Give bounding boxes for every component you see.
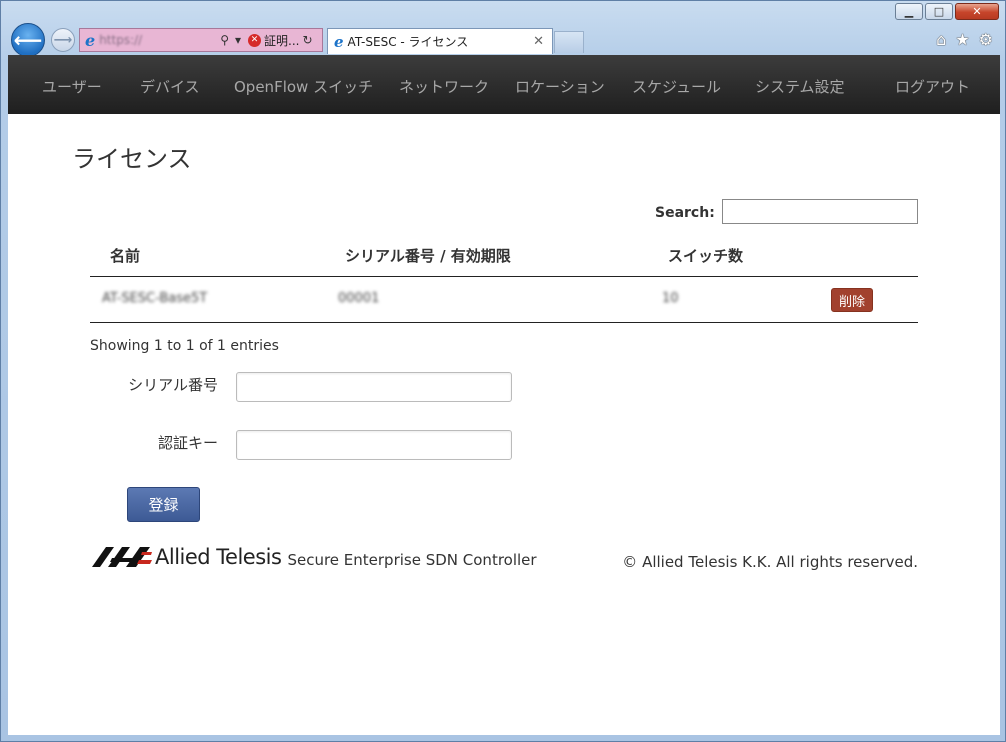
nav-schedules[interactable]: スケジュール <box>632 76 721 97</box>
license-table: 名前 シリアル番号 / 有効期限 スイッチ数 AT-SESC-Base5T 00… <box>90 232 918 323</box>
copyright: © Allied Telesis K.K. All rights reserve… <box>622 553 918 571</box>
browser-tab[interactable]: e AT-SESC - ライセンス ✕ <box>327 28 553 54</box>
browser-toolbar: ⌂ ★ ⚙ <box>936 30 993 49</box>
home-icon[interactable]: ⌂ <box>936 30 946 49</box>
forward-arrow-icon: ⟶ <box>53 32 73 48</box>
back-arrow-icon: ⟵ <box>13 28 43 52</box>
auth-key-input[interactable] <box>236 430 512 460</box>
table-row: AT-SESC-Base5T 00001 10 削除 <box>90 277 918 323</box>
column-header-serial-expiry[interactable]: シリアル番号 / 有効期限 <box>345 245 511 266</box>
page-viewport: ユーザー デバイス OpenFlow スイッチ ネットワーク ロケーション スケ… <box>8 55 1000 735</box>
search-label: Search: <box>655 205 715 221</box>
nav-networks[interactable]: ネットワーク <box>399 76 489 97</box>
refresh-icon[interactable]: ↻ <box>302 33 312 47</box>
delete-button[interactable]: 削除 <box>831 288 873 312</box>
maximize-button[interactable]: □ <box>925 3 953 20</box>
ie-logo-icon: e <box>85 30 96 50</box>
license-switch-count: 10 <box>662 291 679 306</box>
serial-number-label: シリアル番号 <box>128 376 218 394</box>
nav-logout[interactable]: ログアウト <box>895 76 970 97</box>
column-header-switch-count[interactable]: スイッチ数 <box>668 245 743 266</box>
entries-info: Showing 1 to 1 of 1 entries <box>90 338 279 354</box>
window-controls: ▁ □ ✕ <box>895 3 999 20</box>
back-button[interactable]: ⟵ <box>11 23 45 57</box>
page-title: ライセンス <box>72 145 192 173</box>
star-icon[interactable]: ★ <box>955 30 969 49</box>
serial-number-input[interactable] <box>236 372 512 402</box>
search-input[interactable] <box>722 199 918 224</box>
certificate-error-label[interactable]: 証明... <box>264 32 299 49</box>
dropdown-arrow-icon[interactable]: ▾ <box>235 33 241 47</box>
forward-button[interactable]: ⟶ <box>51 28 75 52</box>
close-window-button[interactable]: ✕ <box>955 3 999 20</box>
footer-brand: Allied Telesis Secure Enterprise SDN Con… <box>92 545 537 569</box>
search-icon[interactable]: ⚲ <box>220 33 229 47</box>
browser-window: ▁ □ ✕ ⟵ ⟶ e https:// ⚲ ▾ ✕ 証明... ↻ e AT-… <box>0 0 1006 742</box>
nav-users[interactable]: ユーザー <box>42 76 102 97</box>
register-button[interactable]: 登録 <box>127 487 200 522</box>
nav-openflow-switches[interactable]: OpenFlow スイッチ <box>234 76 373 97</box>
address-bar[interactable]: e https:// ⚲ ▾ ✕ 証明... ↻ <box>79 28 323 52</box>
gear-icon[interactable]: ⚙ <box>979 30 993 49</box>
table-header: 名前 シリアル番号 / 有効期限 スイッチ数 <box>90 232 918 277</box>
tab-favicon-icon: e <box>334 32 344 51</box>
address-text[interactable]: https:// <box>99 33 217 47</box>
brand-name: Allied Telesis <box>155 545 282 569</box>
nav-devices[interactable]: デバイス <box>140 76 200 97</box>
new-tab-button[interactable] <box>554 31 584 53</box>
nav-locations[interactable]: ロケーション <box>515 76 605 97</box>
license-name: AT-SESC-Base5T <box>102 291 208 306</box>
column-header-name[interactable]: 名前 <box>110 245 140 266</box>
top-navbar: ユーザー デバイス OpenFlow スイッチ ネットワーク ロケーション スケ… <box>8 55 1000 114</box>
nav-system-settings[interactable]: システム設定 <box>755 76 845 97</box>
certificate-error-icon[interactable]: ✕ <box>248 33 262 47</box>
allied-telesis-logo-icon <box>92 547 152 567</box>
license-serial: 00001 <box>338 291 380 306</box>
tab-close-icon[interactable]: ✕ <box>533 34 544 49</box>
tab-title[interactable]: AT-SESC - ライセンス <box>348 33 534 50</box>
product-name: Secure Enterprise SDN Controller <box>287 550 537 569</box>
auth-key-label: 認証キー <box>157 434 218 452</box>
minimize-button[interactable]: ▁ <box>895 3 923 20</box>
